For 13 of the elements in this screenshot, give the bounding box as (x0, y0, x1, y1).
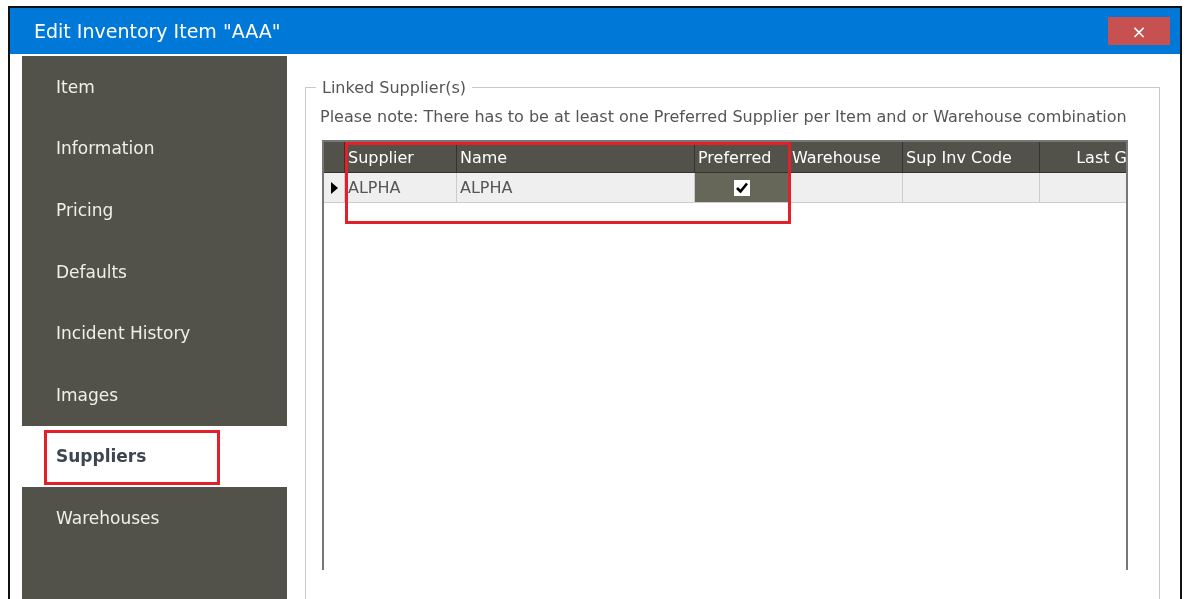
group-title: Linked Supplier(s) (321, 78, 468, 97)
close-button[interactable]: × (1108, 17, 1170, 45)
table-cell: ALPHA (460, 178, 513, 197)
column-header[interactable]: Last G (1040, 142, 1126, 172)
window-title: Edit Inventory Item "AAA" (34, 20, 281, 42)
column-header[interactable]: Preferred (695, 142, 789, 172)
column-header[interactable]: Name (457, 142, 695, 172)
note-text: Please note: There has to be at least one Preferred Supplier per Item and or Warehouse combination (320, 107, 1127, 126)
table-cell: ALPHA (348, 178, 401, 197)
column-header[interactable]: Supplier (345, 142, 457, 172)
sidebar-tab[interactable]: Suppliers (22, 425, 287, 488)
column-header[interactable]: Warehouse (789, 142, 903, 172)
column-header[interactable]: Sup Inv Code (903, 142, 1040, 172)
